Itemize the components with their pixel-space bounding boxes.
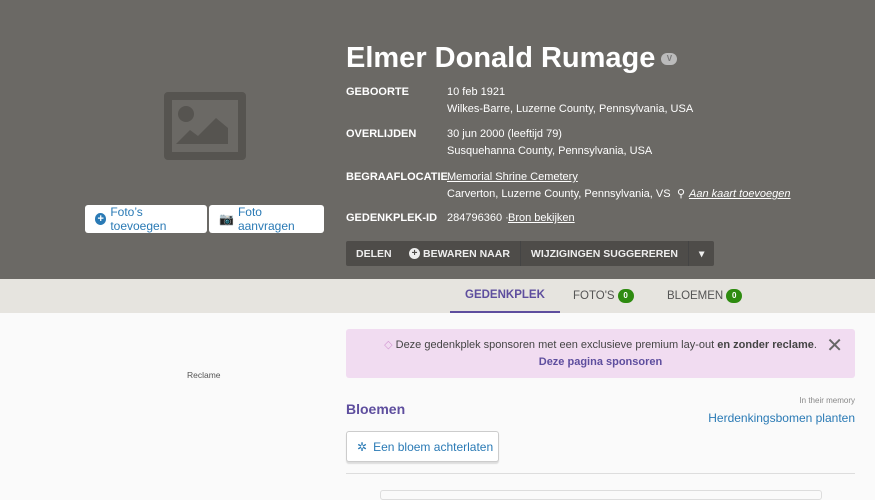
sponsor-page-link[interactable]: Deze pagina sponsoren <box>346 356 855 368</box>
share-button[interactable]: DELEN <box>346 241 402 266</box>
divider <box>346 473 855 474</box>
flowers-heading: Bloemen <box>346 401 406 417</box>
suggest-edits-button[interactable]: WIJZIGINGEN SUGGEREREN <box>521 241 689 266</box>
close-icon[interactable]: ✕ <box>826 333 843 358</box>
add-photos-button[interactable]: + Foto’s toevoegen <box>85 205 207 233</box>
tab-memorial[interactable]: GEDENKPLEK <box>450 279 560 313</box>
request-photo-button[interactable]: 📷 Foto aanvragen <box>209 205 324 233</box>
add-to-map-link[interactable]: Aan kaart toevoegen <box>689 186 791 203</box>
tab-photos[interactable]: FOTO'S 0 <box>573 279 634 313</box>
memory-label: In their memory <box>799 396 855 405</box>
flower-icon: ✲ <box>357 439 368 454</box>
tab-bar: GEDENKPLEK FOTO'S 0 BLOEMEN 0 <box>0 279 875 313</box>
person-name: Elmer Donald Rumage V <box>346 42 678 75</box>
map-pin-icon: ⚲ <box>677 188 686 200</box>
more-dropdown-chevron-icon[interactable]: ▾ <box>689 241 714 266</box>
verified-badge: V <box>661 52 678 65</box>
flower-count-badge: 0 <box>726 289 743 303</box>
leave-flower-button[interactable]: ✲ Een bloem achterlaten <box>346 431 499 462</box>
ad-label: Reclame <box>187 370 221 380</box>
photo-count-badge: 0 <box>617 289 634 303</box>
view-source-link[interactable]: Bron bekijken <box>508 210 575 227</box>
camera-icon: 📷 <box>219 212 234 226</box>
cemetery-link[interactable]: Memorial Shrine Cemetery <box>447 169 578 186</box>
plant-trees-link[interactable]: Herdenkingsbomen planten <box>708 411 855 425</box>
sponsor-banner: ◇ Deze gedenkplek sponsoren met een excl… <box>346 329 855 378</box>
tab-flowers[interactable]: BLOEMEN 0 <box>667 279 743 313</box>
content-box <box>380 490 822 500</box>
image-placeholder-icon <box>164 92 246 160</box>
memorial-header: + Foto’s toevoegen 📷 Foto aanvragen Elmer … <box>0 0 875 279</box>
action-group: + BEWAREN NAAR WIJZIGINGEN SUGGEREREN ▾ <box>399 241 715 266</box>
diamond-icon: ◇ <box>384 339 393 351</box>
save-to-button[interactable]: + BEWAREN NAAR <box>399 241 521 266</box>
plus-circle-icon: + <box>409 248 420 259</box>
plus-circle-icon: + <box>95 213 107 225</box>
